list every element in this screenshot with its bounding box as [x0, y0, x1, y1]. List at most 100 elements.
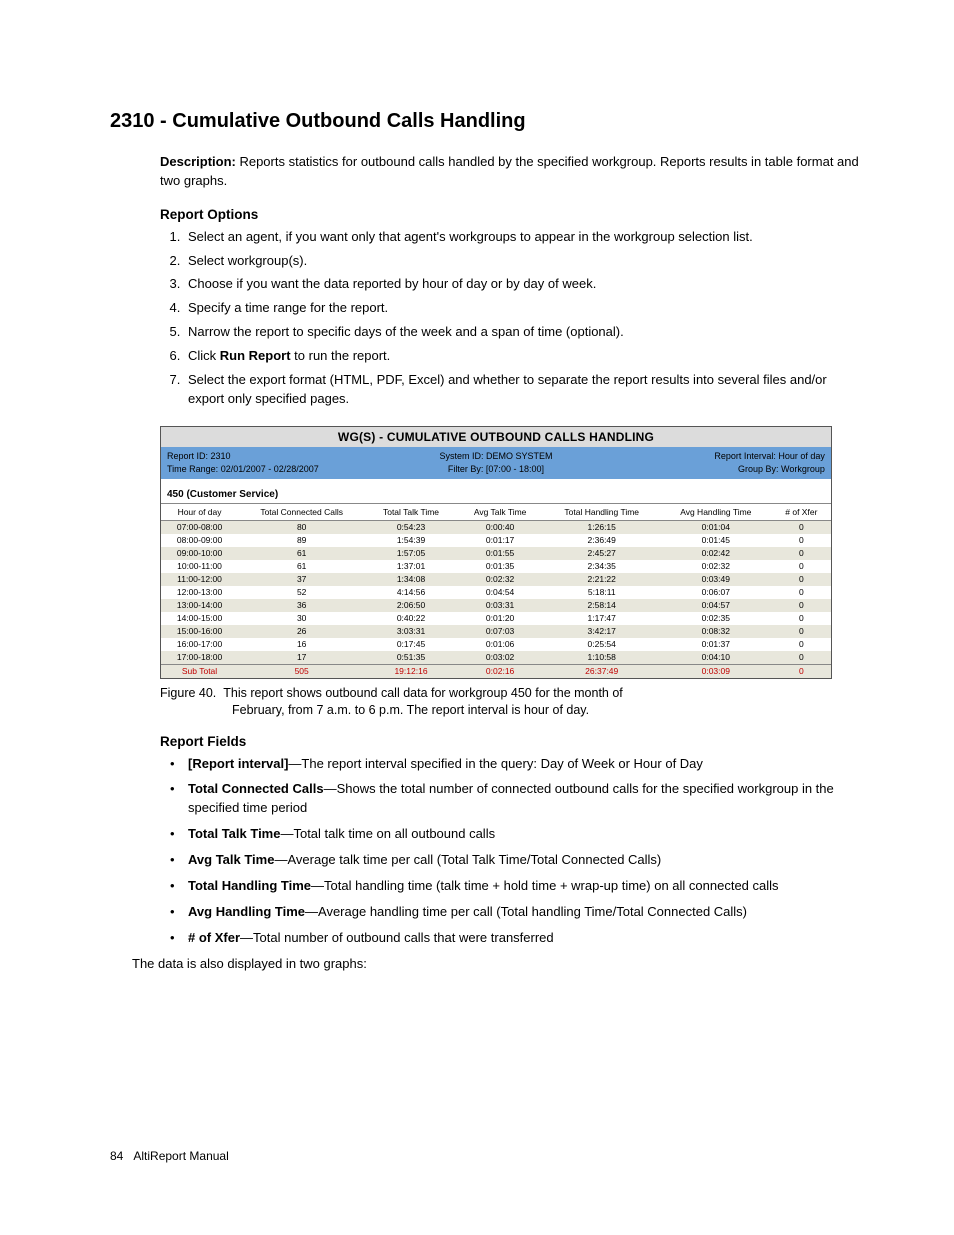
- list-item: Total Handling Time—Total handling time …: [184, 877, 864, 896]
- field-desc: —Total handling time (talk time + hold t…: [311, 878, 779, 893]
- table-cell: 2:45:27: [544, 547, 660, 560]
- report-meta-bar: Report ID: 2310 System ID: DEMO SYSTEM R…: [161, 447, 831, 478]
- table-row: 11:00-12:00371:34:080:02:322:21:220:03:4…: [161, 573, 831, 586]
- table-cell: 37: [238, 573, 365, 586]
- table-cell: 0: [772, 573, 831, 586]
- table-cell: 11:00-12:00: [161, 573, 238, 586]
- table-cell: 36: [238, 599, 365, 612]
- table-cell: 26: [238, 625, 365, 638]
- table-cell: 3:42:17: [544, 625, 660, 638]
- col-avghand: Avg Handling Time: [660, 503, 772, 520]
- table-cell: 07:00-08:00: [161, 520, 238, 534]
- report-options-list: Select an agent, if you want only that a…: [160, 228, 864, 409]
- table-cell: 0: [772, 638, 831, 651]
- field-desc: —Total number of outbound calls that wer…: [240, 930, 554, 945]
- table-row: 15:00-16:00263:03:310:07:033:42:170:08:3…: [161, 625, 831, 638]
- table-cell: 0:04:57: [660, 599, 772, 612]
- meta-system-id: System ID: DEMO SYSTEM: [386, 450, 605, 463]
- table-cell: 0:08:32: [660, 625, 772, 638]
- table-cell: 0:06:07: [660, 586, 772, 599]
- list-item: Total Talk Time—Total talk time on all o…: [184, 825, 864, 844]
- col-handle: Total Handling Time: [544, 503, 660, 520]
- workgroup-label: 450 (Customer Service): [161, 479, 831, 503]
- table-cell: 17: [238, 651, 365, 665]
- table-cell: 16:00-17:00: [161, 638, 238, 651]
- table-cell: 2:34:35: [544, 560, 660, 573]
- table-row: 07:00-08:00800:54:230:00:401:26:150:01:0…: [161, 520, 831, 534]
- list-item: Click Run Report to run the report.: [184, 347, 864, 366]
- description-text: Reports statistics for outbound calls ha…: [160, 154, 859, 188]
- table-cell: 0:02:32: [660, 560, 772, 573]
- table-cell: 0: [772, 625, 831, 638]
- table-cell: 0:03:49: [660, 573, 772, 586]
- table-cell: 4:14:56: [365, 586, 456, 599]
- table-row: 16:00-17:00160:17:450:01:060:25:540:01:3…: [161, 638, 831, 651]
- table-cell: Sub Total: [161, 664, 238, 678]
- figure-label: Figure 40.: [160, 686, 216, 700]
- list-item: Choose if you want the data reported by …: [184, 275, 864, 294]
- col-avgtalk: Avg Talk Time: [457, 503, 544, 520]
- page-footer: 84 AltiReport Manual: [110, 1149, 229, 1163]
- meta-interval: Report Interval: Hour of day: [606, 450, 825, 463]
- table-row: 13:00-14:00362:06:500:03:312:58:140:04:5…: [161, 599, 831, 612]
- table-cell: 0:03:09: [660, 664, 772, 678]
- table-cell: 2:21:22: [544, 573, 660, 586]
- table-cell: 1:37:01: [365, 560, 456, 573]
- field-name: Avg Talk Time: [188, 852, 274, 867]
- table-cell: 0:01:37: [660, 638, 772, 651]
- table-cell: 89: [238, 534, 365, 547]
- table-cell: 0:03:31: [457, 599, 544, 612]
- table-row: 12:00-13:00524:14:560:04:545:18:110:06:0…: [161, 586, 831, 599]
- meta-group-by: Group By: Workgroup: [606, 463, 825, 476]
- field-desc: —Average talk time per call (Total Talk …: [274, 852, 661, 867]
- field-desc: —Total talk time on all outbound calls: [280, 826, 495, 841]
- figure-text-line2: February, from 7 a.m. to 6 p.m. The repo…: [160, 702, 864, 720]
- table-cell: 52: [238, 586, 365, 599]
- report-fields-heading: Report Fields: [160, 734, 864, 749]
- field-name: Avg Handling Time: [188, 904, 305, 919]
- table-cell: 19:12:16: [365, 664, 456, 678]
- col-calls: Total Connected Calls: [238, 503, 365, 520]
- table-cell: 0:02:42: [660, 547, 772, 560]
- table-cell: 0:01:04: [660, 520, 772, 534]
- table-cell: 2:36:49: [544, 534, 660, 547]
- table-cell: 0:51:35: [365, 651, 456, 665]
- table-cell: 1:34:08: [365, 573, 456, 586]
- list-item: Specify a time range for the report.: [184, 299, 864, 318]
- list-item: # of Xfer—Total number of outbound calls…: [184, 929, 864, 948]
- field-name: Total Handling Time: [188, 878, 311, 893]
- doc-title-footer: AltiReport Manual: [133, 1149, 228, 1163]
- table-cell: 80: [238, 520, 365, 534]
- table-cell: 0:25:54: [544, 638, 660, 651]
- table-header-row: Hour of day Total Connected Calls Total …: [161, 503, 831, 520]
- table-cell: 2:06:50: [365, 599, 456, 612]
- col-xfer: # of Xfer: [772, 503, 831, 520]
- list-item: Select the export format (HTML, PDF, Exc…: [184, 371, 864, 409]
- table-cell: 1:57:05: [365, 547, 456, 560]
- table-cell: 0: [772, 651, 831, 665]
- table-cell: 3:03:31: [365, 625, 456, 638]
- table-cell: 14:00-15:00: [161, 612, 238, 625]
- table-row: 09:00-10:00611:57:050:01:552:45:270:02:4…: [161, 547, 831, 560]
- table-cell: 0:02:32: [457, 573, 544, 586]
- table-cell: 1:10:58: [544, 651, 660, 665]
- table-cell: 1:54:39: [365, 534, 456, 547]
- table-cell: 12:00-13:00: [161, 586, 238, 599]
- table-cell: 0:01:17: [457, 534, 544, 547]
- list-item: Select an agent, if you want only that a…: [184, 228, 864, 247]
- table-cell: 2:58:14: [544, 599, 660, 612]
- list-item: Total Connected Calls—Shows the total nu…: [184, 780, 864, 818]
- table-row: 17:00-18:00170:51:350:03:021:10:580:04:1…: [161, 651, 831, 665]
- field-desc: —Average handling time per call (Total h…: [305, 904, 747, 919]
- table-row: 10:00-11:00611:37:010:01:352:34:350:02:3…: [161, 560, 831, 573]
- table-cell: 0: [772, 547, 831, 560]
- report-fields-list: [Report interval]—The report interval sp…: [160, 755, 864, 948]
- table-cell: 61: [238, 560, 365, 573]
- run-report-label: Run Report: [220, 348, 291, 363]
- table-cell: 0:01:35: [457, 560, 544, 573]
- table-cell: 0: [772, 534, 831, 547]
- table-cell: 0:01:45: [660, 534, 772, 547]
- table-cell: 0:04:10: [660, 651, 772, 665]
- table-cell: 1:26:15: [544, 520, 660, 534]
- list-item: Avg Talk Time—Average talk time per call…: [184, 851, 864, 870]
